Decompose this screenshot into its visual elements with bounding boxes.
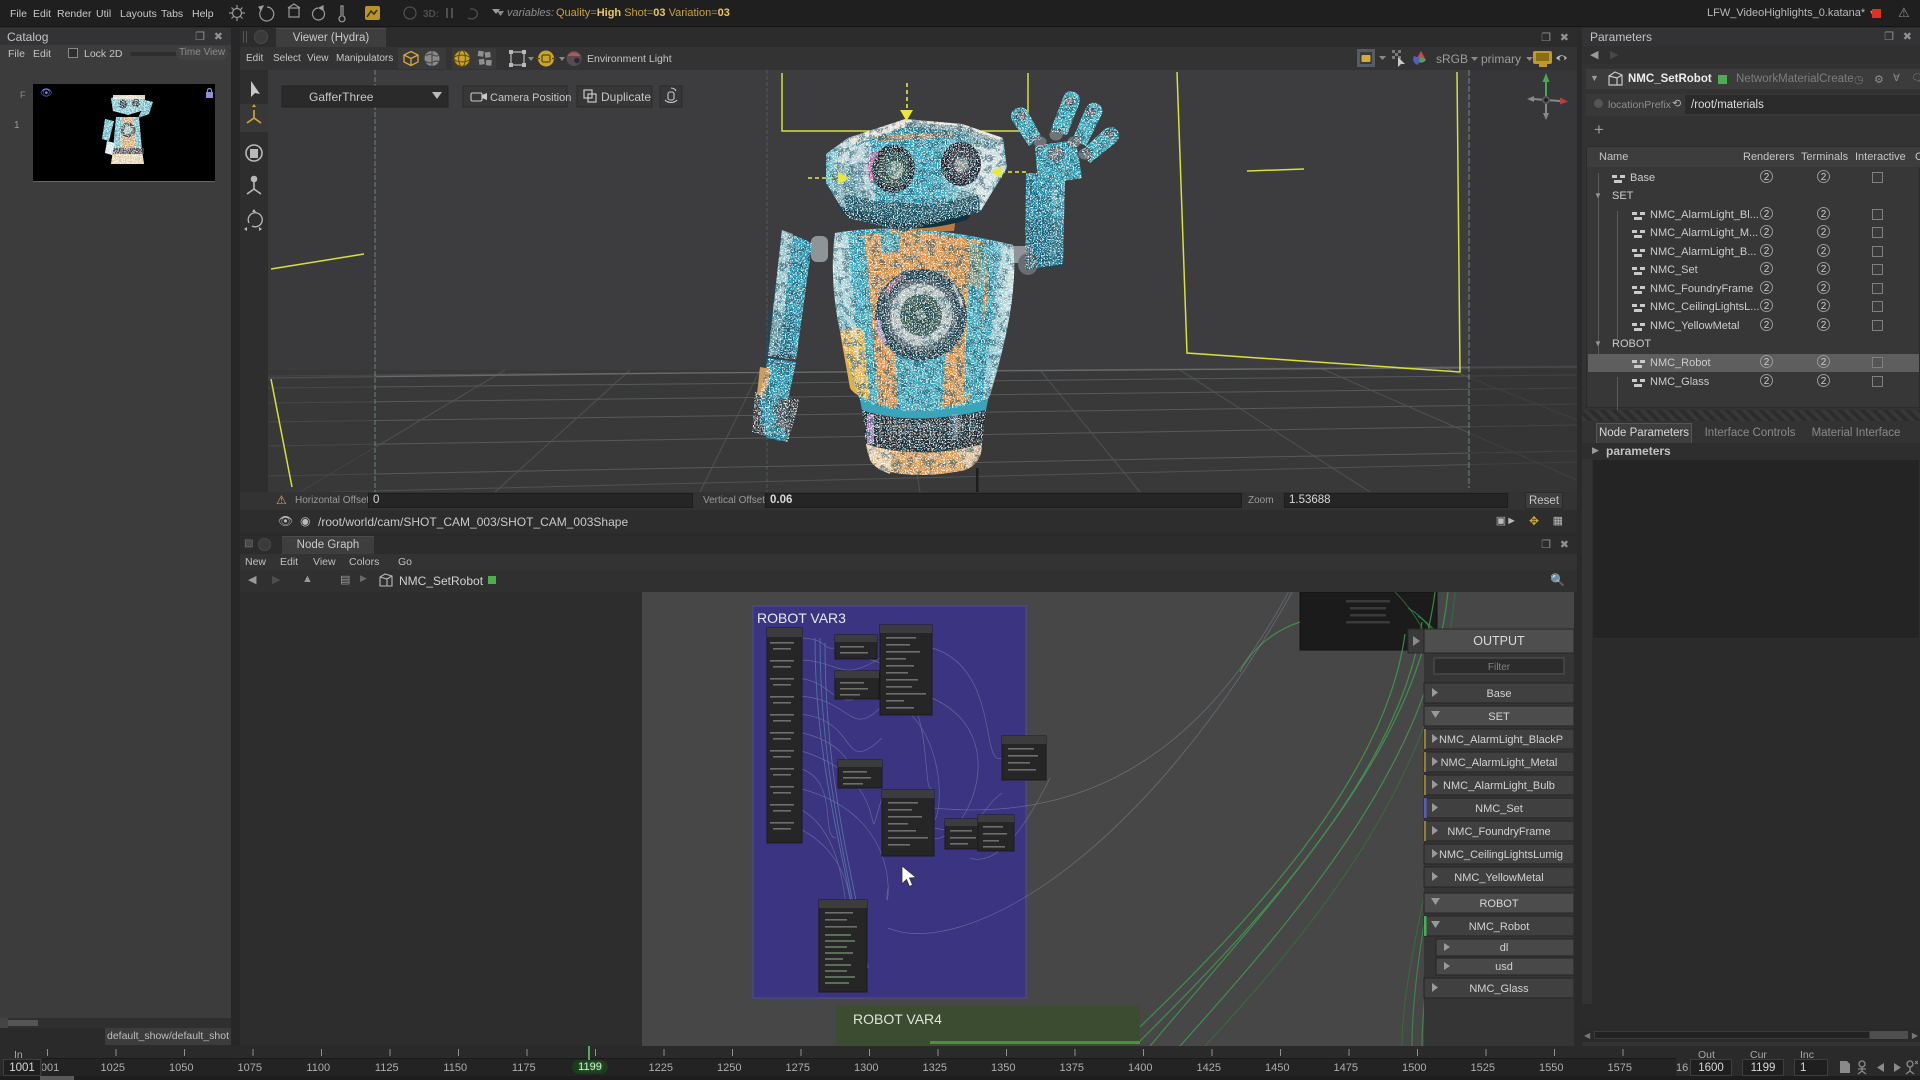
svg-text:NMC_YellowMetal: NMC_YellowMetal xyxy=(1454,872,1543,884)
svg-text:SET: SET xyxy=(1488,711,1510,723)
svg-text:Filter: Filter xyxy=(1488,662,1511,673)
svg-text:Camera Position: Camera Position xyxy=(490,92,571,104)
svg-text:3D:: 3D: xyxy=(423,9,439,20)
svg-text:NMC_Glass: NMC_Glass xyxy=(1469,983,1529,995)
svg-text:sRGB: sRGB xyxy=(1436,52,1468,66)
svg-text:ROBOT VAR4: ROBOT VAR4 xyxy=(853,1011,942,1027)
svg-text:ROBOT VAR3: ROBOT VAR3 xyxy=(757,610,846,626)
svg-text:Duplicate: Duplicate xyxy=(601,90,651,104)
svg-text:NMC_FoundryFrame: NMC_FoundryFrame xyxy=(1447,826,1550,838)
svg-text:ROBOT: ROBOT xyxy=(1479,898,1518,910)
svg-text:GafferThree: GafferThree xyxy=(309,90,374,104)
svg-text:NMC_Robot: NMC_Robot xyxy=(1469,921,1530,933)
svg-text:NMC_Set: NMC_Set xyxy=(1475,803,1523,815)
svg-text:primary: primary xyxy=(1481,52,1521,66)
svg-text:NMC_AlarmLight_Metal: NMC_AlarmLight_Metal xyxy=(1441,757,1558,769)
svg-text:dl: dl xyxy=(1500,942,1509,954)
svg-text:NMC_AlarmLight_Bulb: NMC_AlarmLight_Bulb xyxy=(1443,780,1555,792)
svg-text:usd: usd xyxy=(1495,961,1513,973)
svg-text:OUTPUT: OUTPUT xyxy=(1473,634,1525,648)
svg-text:NMC_CeilingLightsLumig: NMC_CeilingLightsLumig xyxy=(1439,849,1563,861)
svg-text:NMC_AlarmLight_BlackP: NMC_AlarmLight_BlackP xyxy=(1439,734,1563,746)
svg-text:Base: Base xyxy=(1486,688,1511,700)
